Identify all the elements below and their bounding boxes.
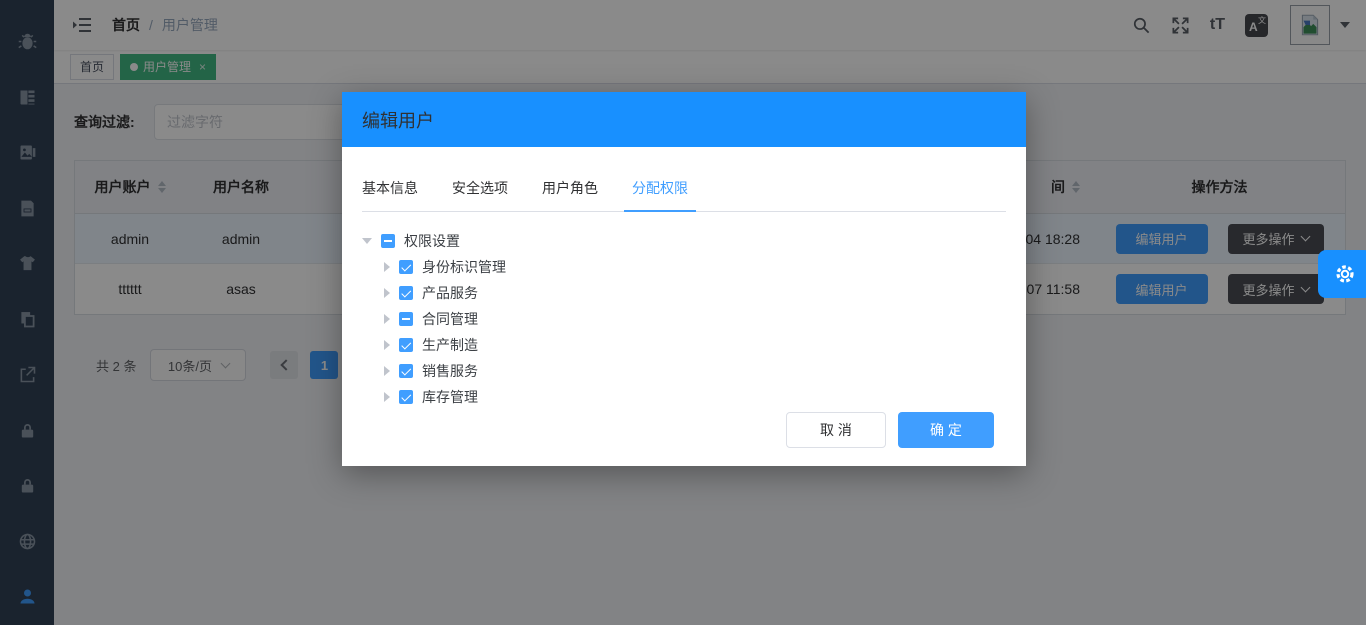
collapse-caret-icon[interactable] [384,262,390,272]
tree-node-identity[interactable]: 身份标识管理 [362,254,1006,280]
tree-node-manufacturing[interactable]: 生产制造 [362,332,1006,358]
dialog-footer: 取 消 确 定 [786,412,994,448]
tree-node-label: 生产制造 [422,335,478,355]
app-window: 首页 / 用户管理 tT A 文 首页 用户管理 × [0,0,1366,625]
tab-basic-info[interactable]: 基本信息 [362,178,418,211]
tree-node-label: 权限设置 [404,231,460,251]
tree-node-label: 产品服务 [422,283,478,303]
collapse-caret-icon[interactable] [384,392,390,402]
edit-user-dialog: 编辑用户 基本信息 安全选项 用户角色 分配权限 权限设置 身份标识管理 产品服… [342,92,1026,466]
collapse-caret-icon[interactable] [384,340,390,350]
checkbox-indeterminate[interactable] [381,234,395,248]
tree-node-label: 销售服务 [422,361,478,381]
tab-security-options[interactable]: 安全选项 [452,178,508,211]
tab-assign-permissions[interactable]: 分配权限 [632,178,688,211]
tree-node-label: 库存管理 [422,387,478,407]
tree-node-contracts[interactable]: 合同管理 [362,306,1006,332]
dialog-title: 编辑用户 [362,107,434,133]
tab-user-roles[interactable]: 用户角色 [542,178,598,211]
dialog-header: 编辑用户 [342,92,1026,147]
tree-node-sales[interactable]: 销售服务 [362,358,1006,384]
checkbox-checked[interactable] [399,390,413,404]
confirm-button[interactable]: 确 定 [898,412,994,448]
tree-node-label: 身份标识管理 [422,257,506,277]
checkbox-checked[interactable] [399,286,413,300]
dialog-tabs: 基本信息 安全选项 用户角色 分配权限 [362,147,1006,212]
expand-caret-icon[interactable] [362,238,372,244]
tree-node-root[interactable]: 权限设置 [362,228,1006,254]
collapse-caret-icon[interactable] [384,314,390,324]
gear-icon [1333,262,1357,286]
tree-node-inventory[interactable]: 库存管理 [362,384,1006,410]
settings-fab-button[interactable] [1318,250,1366,298]
tree-node-products[interactable]: 产品服务 [362,280,1006,306]
checkbox-indeterminate[interactable] [399,312,413,326]
collapse-caret-icon[interactable] [384,288,390,298]
checkbox-checked[interactable] [399,364,413,378]
tree-node-label: 合同管理 [422,309,478,329]
checkbox-checked[interactable] [399,338,413,352]
checkbox-checked[interactable] [399,260,413,274]
permissions-tree: 权限设置 身份标识管理 产品服务 合同管理 生产制造 [362,228,1006,410]
collapse-caret-icon[interactable] [384,366,390,376]
cancel-button[interactable]: 取 消 [786,412,886,448]
